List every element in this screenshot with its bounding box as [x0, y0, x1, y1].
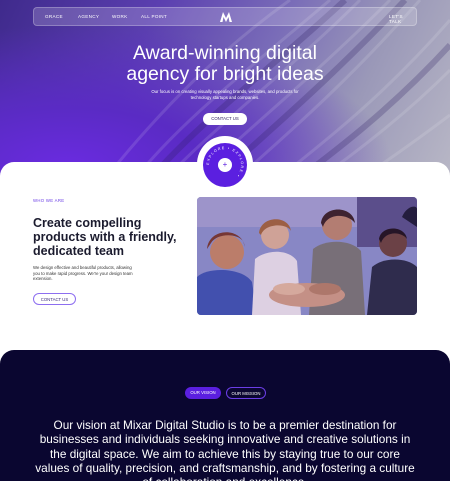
team-photo-illustration	[197, 197, 417, 315]
nav-item-agency[interactable]: Agency	[78, 14, 99, 19]
about-title: Create compelling products with a friend…	[33, 216, 177, 258]
nav-item-all-point[interactable]: All Point	[141, 14, 167, 19]
tab-our-vision[interactable]: Our Vision	[185, 387, 221, 399]
vision-text: Our vision at Mixar Digital Studio is to…	[35, 418, 415, 481]
page: Grace Agency Work All Point Let's Talk A…	[0, 0, 450, 481]
hero-subtitle: Our focus is on creating visually appeal…	[151, 89, 299, 100]
top-nav: Grace Agency Work All Point Let's Talk	[33, 7, 417, 26]
tab-our-mission[interactable]: Our Mission	[226, 387, 266, 399]
plus-icon[interactable]: +	[218, 158, 232, 172]
hero-title-line2: agency for bright ideas	[126, 63, 324, 85]
nav-item-grace[interactable]: Grace	[45, 14, 63, 19]
about-contact-button[interactable]: Contact Us	[33, 293, 76, 305]
team-photo	[197, 197, 417, 315]
hero-contact-button[interactable]: Contact Us	[203, 113, 247, 125]
hero-title: Award-winning digital agency for bright …	[0, 43, 450, 85]
nav-lets-talk-link[interactable]: Let's Talk	[389, 14, 416, 24]
about-eyebrow: Who we are	[33, 198, 65, 203]
mixar-logo-icon[interactable]	[220, 12, 232, 22]
nav-item-work[interactable]: Work	[112, 14, 128, 19]
about-text: We design effective and beautiful produc…	[33, 265, 133, 282]
hero-title-line1: Award-winning digital	[133, 42, 317, 64]
